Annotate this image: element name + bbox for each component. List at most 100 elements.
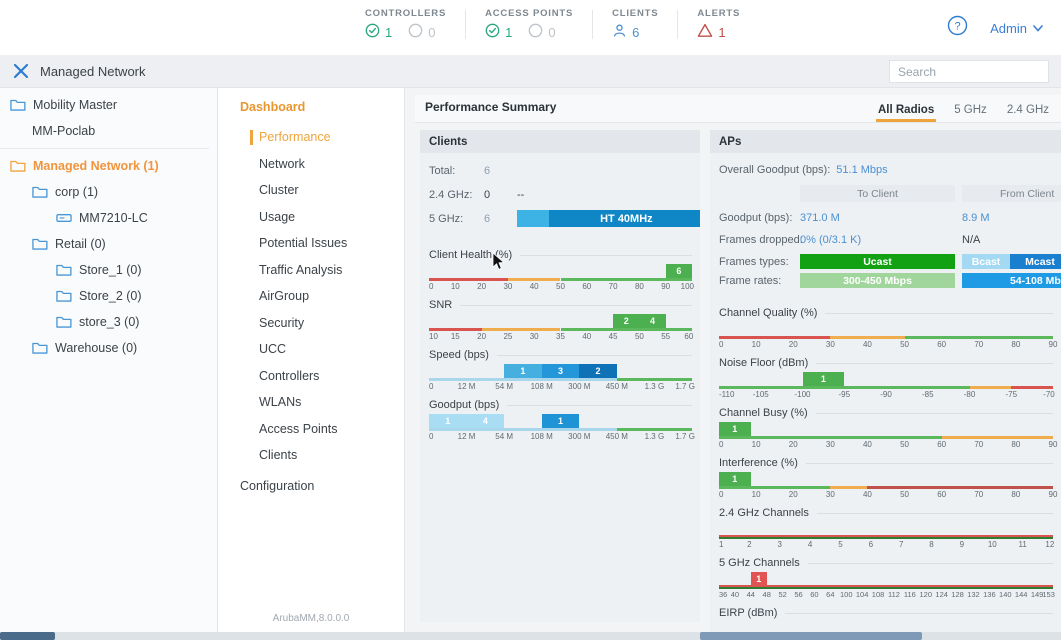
nav-item-controllers[interactable]: Controllers xyxy=(218,363,404,390)
nav-item-security[interactable]: Security xyxy=(218,310,404,337)
tick-label: 80 xyxy=(1011,340,1020,349)
tick-label: 450 M xyxy=(606,432,628,441)
tree-item-store-1-0[interactable]: Store_1 (0) xyxy=(0,257,217,283)
chart-band: 24 xyxy=(429,313,692,331)
tick-label: 10 xyxy=(429,332,438,341)
tick-label: 50 xyxy=(900,340,909,349)
metrics-bar: CONTROLLERS10ACCESS POINTS10CLIENTS6ALER… xyxy=(346,8,759,41)
nav-item-label: UCC xyxy=(259,342,286,356)
help-icon[interactable]: ? xyxy=(947,15,968,41)
axis-segment xyxy=(719,535,1053,537)
clients-stats: Total:62.4 GHz:0--5 GHz:6HT 40MHz xyxy=(429,161,692,233)
network-tree: Mobility Master MM-Poclab Managed Network … xyxy=(0,88,218,632)
chart-bar: 1 xyxy=(803,372,845,386)
tab-5-ghz[interactable]: 5 GHz xyxy=(952,98,989,122)
version-label: ArubaMM,8.0.0.0 xyxy=(218,613,404,624)
ap-bar-mcast: Mcast xyxy=(1010,254,1061,269)
controller-icon xyxy=(56,212,72,224)
folder-icon xyxy=(56,263,72,277)
tick-label: 104 xyxy=(856,590,869,599)
stat-value: 0 xyxy=(484,189,490,201)
nav-item-usage[interactable]: Usage xyxy=(218,204,404,231)
folder-icon xyxy=(32,185,48,199)
content-scrollbar-thumb[interactable] xyxy=(700,632,922,640)
nav-item-cluster[interactable]: Cluster xyxy=(218,177,404,204)
chart-ticks: 3640444852566064100104108112116120124128… xyxy=(719,589,1053,600)
tree-item-label: Mobility Master xyxy=(33,98,117,112)
nav-item-access-points[interactable]: Access Points xyxy=(218,416,404,443)
ap-bars-from-client: 54-108 Mbps xyxy=(962,273,1061,288)
chart-title-label: Channel Quality (%) xyxy=(719,307,817,319)
tick-label: 1.3 G xyxy=(645,432,665,441)
chart-speed: Speed (bps)132012 M54 M108 M300 M450 M1.… xyxy=(429,347,692,392)
metric-label: CLIENTS xyxy=(612,8,658,19)
tree-item-warehouse-0[interactable]: Warehouse (0) xyxy=(0,335,217,361)
tick-label: -110 xyxy=(719,390,734,399)
metric-values: 1 xyxy=(697,23,740,41)
nav-item-potential-issues[interactable]: Potential Issues xyxy=(218,230,404,257)
tree-item-mm7210-lc[interactable]: MM7210-LC xyxy=(0,205,217,231)
ap-bars-to-client: Ucast xyxy=(800,254,955,269)
metric-controllers[interactable]: CONTROLLERS10 xyxy=(346,8,465,41)
tick-label: 30 xyxy=(530,332,539,341)
chart-client-health: Client Health (%)60102030405060708090100 xyxy=(429,247,692,292)
tree-item-mobility-master[interactable]: Mobility Master xyxy=(0,92,217,118)
nav-item-network[interactable]: Network xyxy=(218,151,404,178)
nav-item-ucc[interactable]: UCC xyxy=(218,336,404,363)
chart-title-label: Channel Busy (%) xyxy=(719,407,808,419)
metric-access-points[interactable]: ACCESS POINTS10 xyxy=(466,8,592,41)
tab-2-4-ghz[interactable]: 2.4 GHz xyxy=(1005,98,1051,122)
metric-alerts[interactable]: ALERTS1 xyxy=(678,8,759,41)
tick-label: 60 xyxy=(684,332,693,341)
chart-title-label: 2.4 GHz Channels xyxy=(719,507,809,519)
tree-item-corp-1[interactable]: corp (1) xyxy=(0,179,217,205)
folder-icon xyxy=(32,341,48,355)
channel-width-bar[interactable]: HT 40MHz xyxy=(517,210,700,227)
tick-label: 108 xyxy=(872,590,885,599)
nav-item-configuration[interactable]: Configuration xyxy=(218,473,404,499)
search-box xyxy=(889,60,1049,83)
tick-label: 60 xyxy=(937,340,946,349)
tick-label: 12 M xyxy=(458,382,476,391)
tick-label: 60 xyxy=(582,282,591,291)
tree-item-mm-poclab[interactable]: MM-Poclab xyxy=(0,118,217,144)
search-input[interactable] xyxy=(896,64,1055,80)
tick-label: 153 xyxy=(1042,590,1055,599)
chart-channel-busy: Channel Busy (%)10102030405060708090 xyxy=(719,405,1053,450)
tick-label: 60 xyxy=(937,490,946,499)
tree-item-store-2-0[interactable]: Store_2 (0) xyxy=(0,283,217,309)
nav-item-clients[interactable]: Clients xyxy=(218,442,404,469)
tick-label: 1.3 G xyxy=(645,382,665,391)
chart-title: 2.4 GHz Channels xyxy=(719,505,1053,521)
tree-item-managed-network-1[interactable]: Managed Network (1) xyxy=(0,153,217,179)
nav-item-label: Security xyxy=(259,316,304,330)
tick-label: 6 xyxy=(869,540,873,549)
tree-item-retail-0[interactable]: Retail (0) xyxy=(0,231,217,257)
chart-noise-floor: Noise Floor (dBm)1-110-105-100-95-90-85-… xyxy=(719,355,1053,400)
tree-item-store-3-0[interactable]: store_3 (0) xyxy=(0,309,217,335)
close-icon[interactable] xyxy=(13,63,29,84)
tick-label: 90 xyxy=(1049,440,1058,449)
tab-all-radios[interactable]: All Radios xyxy=(876,98,936,122)
tick-label: 50 xyxy=(635,332,644,341)
tick-label: 0 xyxy=(429,432,433,441)
bar-segment xyxy=(517,210,549,227)
tree-item-label: MM7210-LC xyxy=(79,211,148,225)
tree-scrollbar-thumb[interactable] xyxy=(0,632,55,640)
nav-item-airgroup[interactable]: AirGroup xyxy=(218,283,404,310)
tick-label: 108 M xyxy=(531,382,553,391)
tick-label: 10 xyxy=(752,340,761,349)
tick-label: -105 xyxy=(753,390,769,399)
stat-label: Total: xyxy=(429,165,455,177)
chart-bar: 3 xyxy=(542,364,580,378)
chart-bar: 2 xyxy=(613,314,639,328)
nav-item-performance[interactable]: Performance xyxy=(218,124,404,151)
nav-item-traffic-analysis[interactable]: Traffic Analysis xyxy=(218,257,404,284)
metric-clients[interactable]: CLIENTS6 xyxy=(593,8,677,41)
admin-menu[interactable]: Admin xyxy=(990,21,1043,36)
nav-section-dashboard[interactable]: Dashboard xyxy=(218,100,404,124)
nav-item-wlans[interactable]: WLANs xyxy=(218,389,404,416)
tick-label: 10 xyxy=(752,440,761,449)
axis-segment xyxy=(719,585,1053,587)
chart-title: Interference (%) xyxy=(719,455,1053,471)
